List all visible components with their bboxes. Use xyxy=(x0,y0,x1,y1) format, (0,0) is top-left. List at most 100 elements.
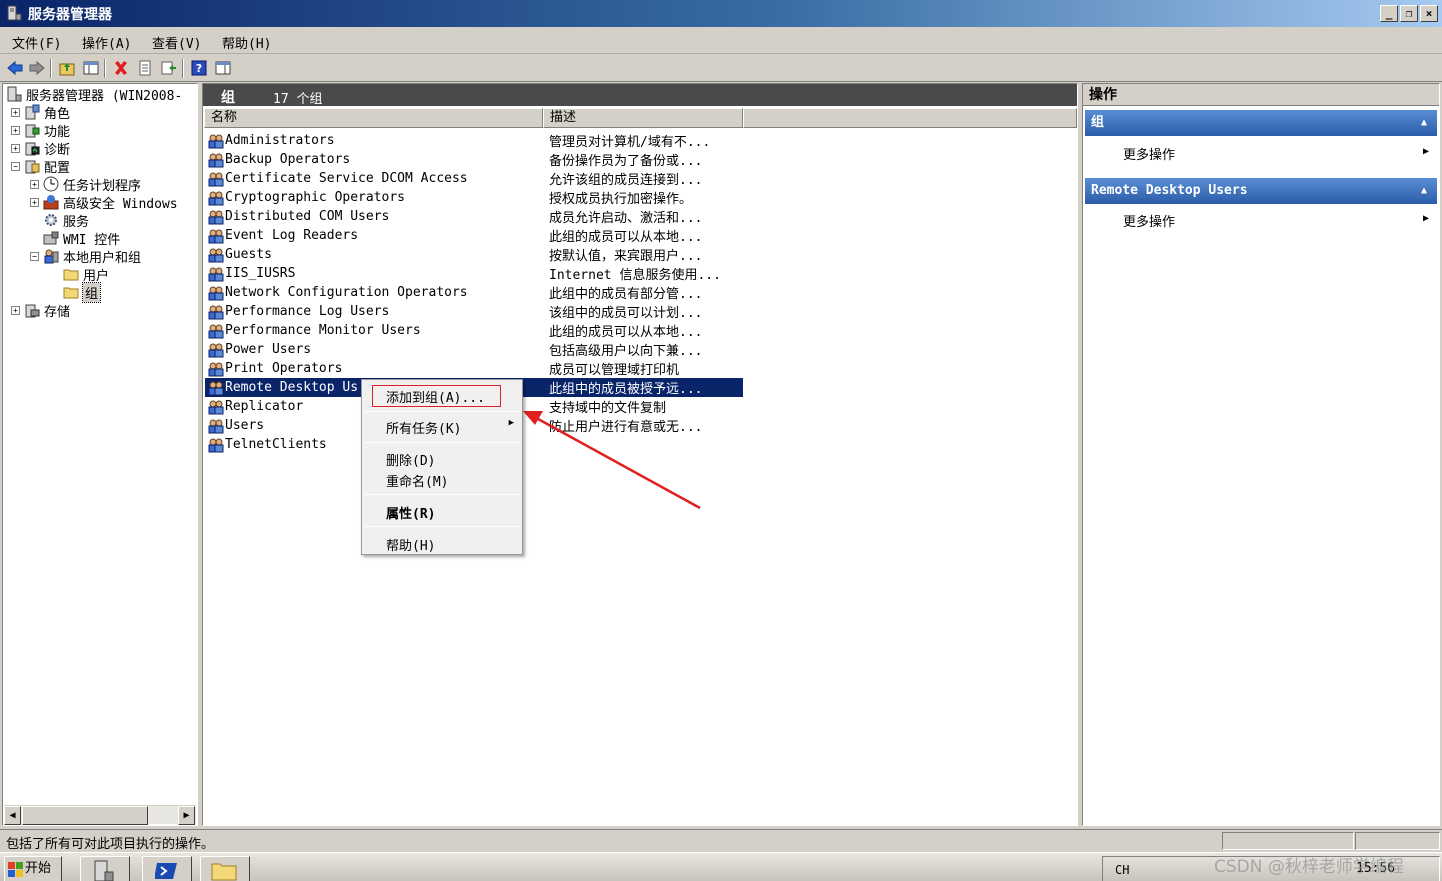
column-empty xyxy=(743,108,1077,128)
scroll-left-icon[interactable]: ◀ xyxy=(4,806,21,825)
table-row[interactable]: Power Users 包括高级用户以向下兼... xyxy=(205,340,745,359)
up-folder-icon[interactable] xyxy=(58,59,76,77)
collapse-icon[interactable]: − xyxy=(30,251,39,261)
group-name: Power Users xyxy=(225,342,312,357)
group-description: 此组中的成员有部分管... xyxy=(549,287,703,302)
table-row[interactable]: Distributed COM Users 成员允许启动、激活和... xyxy=(205,207,745,226)
tree-item-features[interactable]: + 功能 xyxy=(11,121,70,140)
menu-delete[interactable]: 删除(D) xyxy=(386,450,435,469)
table-row[interactable]: Event Log Readers 此组的成员可以从本地... xyxy=(205,226,745,245)
group-icon xyxy=(208,171,224,187)
show-hide-tree-icon[interactable] xyxy=(82,59,100,77)
collapse-up-icon[interactable]: ▲ xyxy=(1421,110,1427,136)
context-menu: 添加到组(A)... 所有任务(K) ▶ 删除(D) 重命名(M) 属性(R) … xyxy=(361,379,523,555)
table-row[interactable]: Certificate Service DCOM Access 允许该组的成员连接… xyxy=(205,169,745,188)
table-row[interactable]: Performance Monitor Users 此组的成员可以从本地... xyxy=(205,321,745,340)
group-description: 授权成员执行加密操作。 xyxy=(549,192,693,207)
menu-help[interactable]: 帮助(H) xyxy=(222,33,271,52)
table-row[interactable]: Administrators 管理员对计算机/域有不... xyxy=(205,131,745,150)
menu-bar: 文件(F) 操作(A) 查看(V) 帮助(H) xyxy=(0,28,1442,54)
scrollbar-thumb[interactable] xyxy=(22,806,148,825)
tree-item-diagnostics[interactable]: + 诊断 xyxy=(11,139,70,158)
expand-icon[interactable]: + xyxy=(30,197,39,207)
tree-horizontal-scrollbar[interactable]: ◀ ▶ xyxy=(4,805,196,825)
expand-icon[interactable]: + xyxy=(11,107,20,117)
help-icon[interactable]: ? xyxy=(190,59,208,77)
tree-item-groups[interactable]: 组 xyxy=(63,281,102,303)
group-icon xyxy=(208,399,224,415)
menu-rename[interactable]: 重命名(M) xyxy=(386,471,448,490)
menu-all-tasks[interactable]: 所有任务(K) xyxy=(386,418,461,437)
export-list-icon[interactable] xyxy=(160,59,178,77)
group-description: 此组的成员可以从本地... xyxy=(549,230,703,245)
tree-item-roles[interactable]: + 角色 xyxy=(11,103,70,122)
menu-help-item[interactable]: 帮助(H) xyxy=(386,535,435,554)
properties-icon[interactable] xyxy=(136,59,154,77)
menu-action[interactable]: 操作(A) xyxy=(82,33,131,52)
forward-arrow-icon[interactable] xyxy=(28,59,46,77)
expand-icon[interactable]: + xyxy=(11,305,20,315)
delete-icon[interactable] xyxy=(112,59,130,77)
table-row[interactable]: Cryptographic Operators 授权成员执行加密操作。 xyxy=(205,188,745,207)
more-actions-groups[interactable]: 更多操作 xyxy=(1123,144,1175,163)
group-description: 备份操作员为了备份或... xyxy=(549,154,703,169)
more-actions-remote-desktop-users[interactable]: 更多操作 xyxy=(1123,211,1175,230)
scroll-right-icon[interactable]: ▶ xyxy=(178,806,195,825)
minimize-button[interactable]: _ xyxy=(1380,5,1398,22)
table-row[interactable]: Print Operators 成员可以管理域打印机 xyxy=(205,359,745,378)
folder-icon xyxy=(63,284,79,300)
restore-button[interactable]: ❐ xyxy=(1400,5,1418,22)
group-description: 此组的成员可以从本地... xyxy=(549,325,703,340)
menu-file[interactable]: 文件(F) xyxy=(12,33,61,52)
table-row[interactable]: Network Configuration Operators 此组中的成员有部分… xyxy=(205,283,745,302)
status-bar: 包括了所有可对此项目执行的操作。 xyxy=(0,829,1442,852)
window-title: 服务器管理器 xyxy=(28,7,112,23)
tree-item-users[interactable]: 用户 xyxy=(63,265,109,284)
language-indicator[interactable]: CH xyxy=(1115,863,1129,877)
menu-add-to-group[interactable]: 添加到组(A)... xyxy=(386,387,485,406)
tree-item-server-manager[interactable]: 服务器管理器 (WIN2008- xyxy=(6,85,182,104)
group-icon xyxy=(208,323,224,339)
submenu-arrow-icon: ▶ xyxy=(1422,146,1429,157)
menu-properties[interactable]: 属性(R) xyxy=(386,503,435,522)
taskbar-server-manager[interactable] xyxy=(80,856,130,881)
table-row[interactable]: Performance Log Users 该组中的成员可以计划... xyxy=(205,302,745,321)
tree-item-storage[interactable]: + 存储 xyxy=(11,301,70,320)
column-name[interactable]: 名称 xyxy=(204,108,543,128)
expand-icon[interactable]: + xyxy=(11,125,20,135)
taskbar-powershell[interactable] xyxy=(142,856,192,881)
menu-view[interactable]: 查看(V) xyxy=(152,33,201,52)
start-button[interactable]: 开始 xyxy=(4,856,62,881)
table-row[interactable]: Backup Operators 备份操作员为了备份或... xyxy=(205,150,745,169)
folder-icon xyxy=(211,863,237,881)
close-button[interactable]: × xyxy=(1420,5,1438,22)
column-description[interactable]: 描述 xyxy=(543,108,743,128)
collapse-icon[interactable]: − xyxy=(11,161,20,171)
group-name: Performance Log Users xyxy=(225,304,390,319)
back-arrow-icon[interactable] xyxy=(6,59,24,77)
group-description: 按默认值，来宾跟用户... xyxy=(549,249,703,264)
collapse-up-icon[interactable]: ▲ xyxy=(1421,178,1427,204)
table-row[interactable]: Guests 按默认值，来宾跟用户... xyxy=(205,245,745,264)
actions-section-groups[interactable]: 组 ▲ xyxy=(1085,110,1437,136)
annotation-arrow xyxy=(523,411,701,510)
group-icon xyxy=(208,133,224,149)
tree-item-wmi-control[interactable]: WMI 控件 xyxy=(30,229,120,248)
svg-text:?: ? xyxy=(196,62,202,75)
tree-item-local-users-groups[interactable]: − 本地用户和组 xyxy=(30,247,141,266)
taskbar-explorer[interactable] xyxy=(200,856,250,881)
tree-item-task-scheduler[interactable]: + 任务计划程序 xyxy=(30,175,141,194)
roles-icon xyxy=(24,104,40,120)
group-icon xyxy=(208,304,224,320)
expand-icon[interactable]: + xyxy=(30,179,39,189)
expand-icon[interactable]: + xyxy=(11,143,20,153)
tree-item-configuration[interactable]: − 配置 xyxy=(11,157,70,176)
show-action-pane-icon[interactable] xyxy=(214,59,232,77)
storage-icon xyxy=(24,302,40,318)
gear-icon xyxy=(43,212,59,228)
tree-item-services[interactable]: 服务 xyxy=(30,211,89,230)
actions-section-remote-desktop-users[interactable]: Remote Desktop Users ▲ xyxy=(1085,178,1437,204)
console-tree: 服务器管理器 (WIN2008- + 角色 + 功能 + 诊断 − 配置 + 任… xyxy=(2,83,198,826)
tree-item-firewall[interactable]: + 高级安全 Windows xyxy=(30,193,178,212)
table-row[interactable]: IIS_IUSRS Internet 信息服务使用... xyxy=(205,264,745,283)
